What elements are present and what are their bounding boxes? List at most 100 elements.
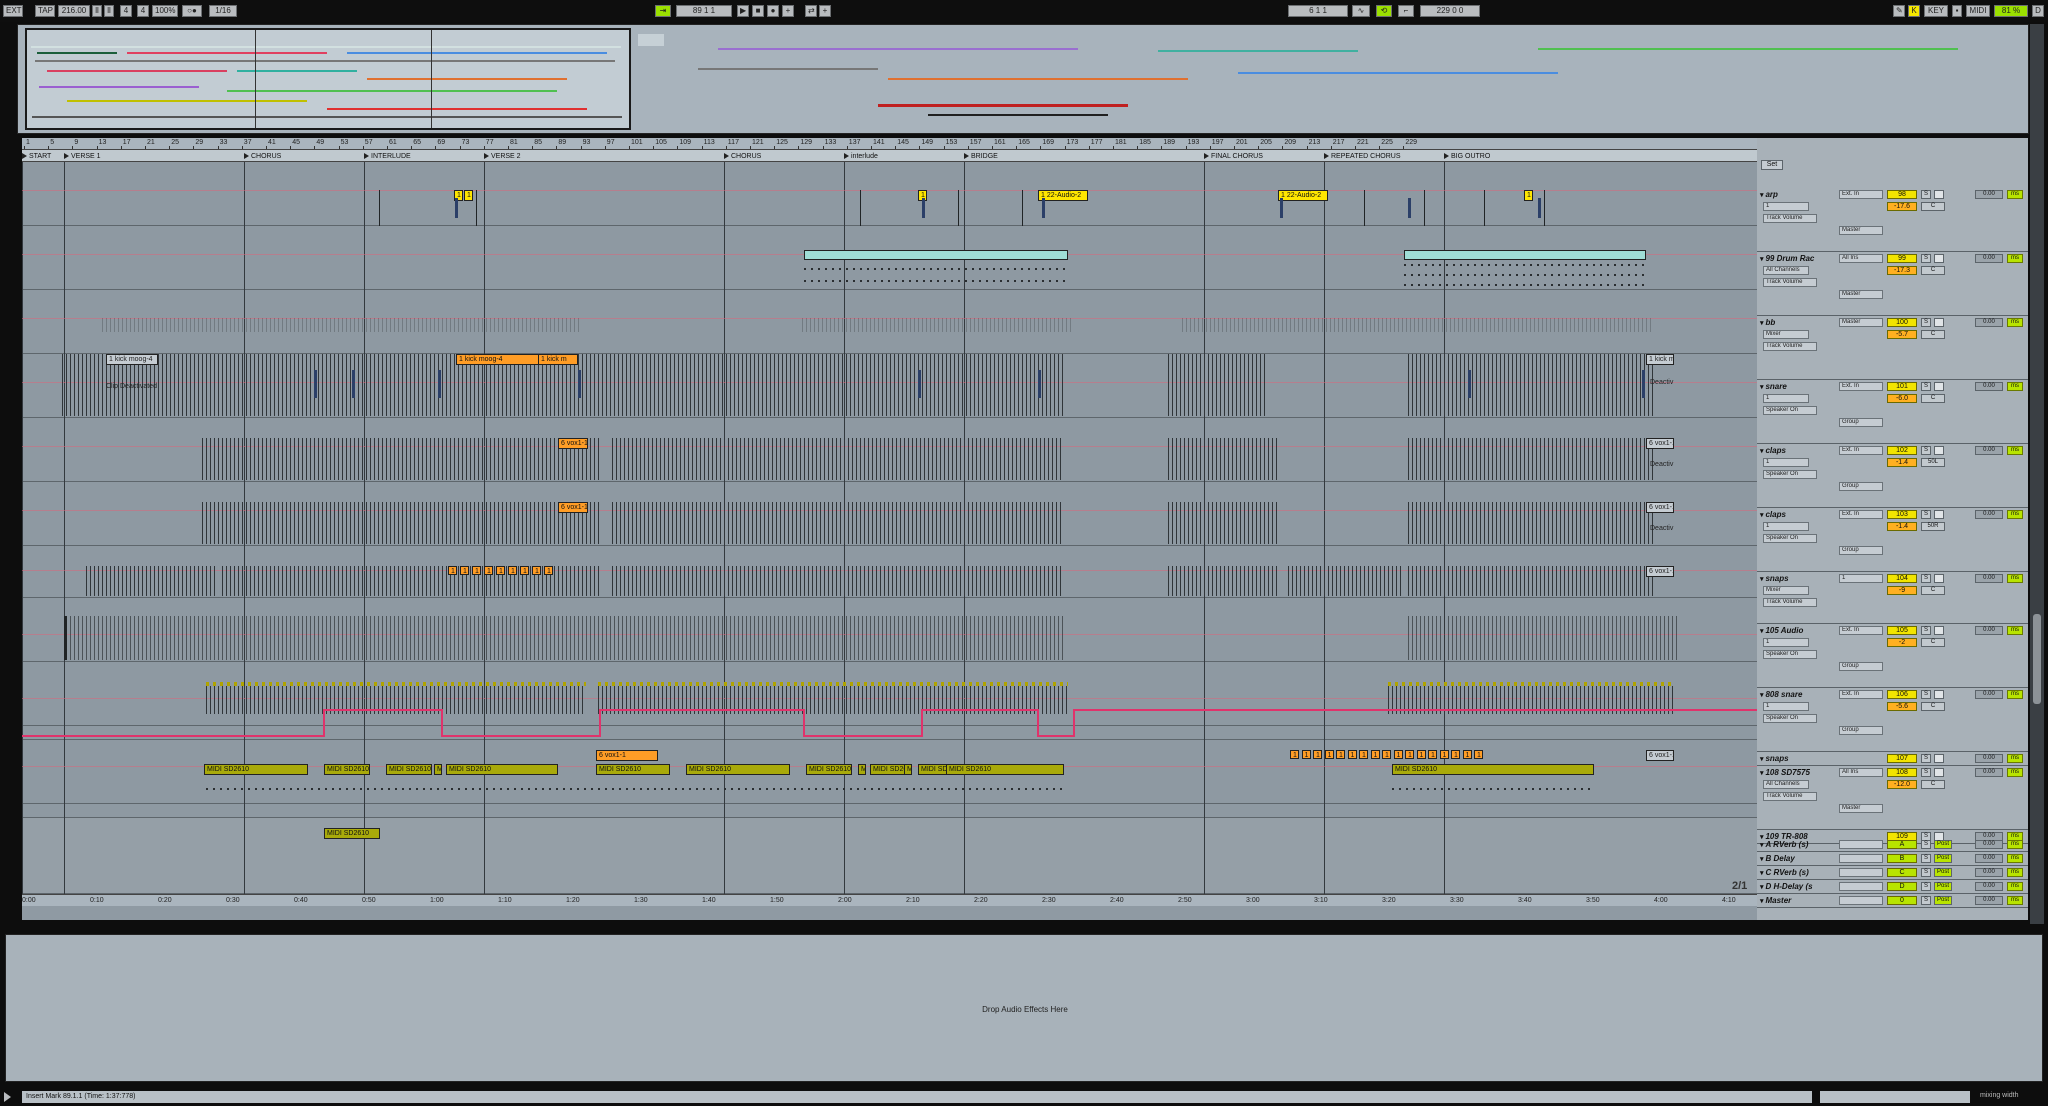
locator-chorus[interactable]: CHORUS: [724, 152, 761, 161]
ms-button[interactable]: ms: [2007, 254, 2023, 263]
volume-field[interactable]: -2: [1887, 638, 1917, 647]
ms-button[interactable]: ms: [2007, 896, 2023, 905]
ms-button[interactable]: ms: [2007, 840, 2023, 849]
locator-interlude[interactable]: INTERLUDE: [364, 152, 411, 161]
snaps-clips[interactable]: [1168, 566, 1278, 596]
midi-clip[interactable]: MIDI SD2610: [204, 764, 308, 775]
time-signature-numerator[interactable]: 4: [120, 5, 132, 17]
solo-button[interactable]: S: [1921, 446, 1931, 455]
midi-clip[interactable]: MIDI SD2610: [324, 828, 380, 839]
arm-button[interactable]: [1934, 574, 1944, 583]
snaps-clips[interactable]: [86, 566, 216, 596]
vertical-scrollbar[interactable]: [2030, 24, 2044, 924]
solo-button[interactable]: S: [1921, 190, 1931, 199]
input-type-menu[interactable]: All Ins: [1839, 254, 1883, 263]
pan-field[interactable]: C: [1921, 394, 1945, 403]
nudge-up-button[interactable]: ll: [104, 5, 114, 17]
post-button[interactable]: Post: [1934, 840, 1952, 849]
midi-clip[interactable]: MIDI SD2610: [596, 764, 670, 775]
locator-chorus[interactable]: CHORUS: [244, 152, 281, 161]
track-name[interactable]: 99 Drum Rac: [1760, 254, 1814, 263]
pan-field[interactable]: C: [1921, 586, 1945, 595]
snaps-clip[interactable]: 1: [532, 566, 541, 575]
snaps-clip[interactable]: 1: [1382, 750, 1391, 759]
input-channel-menu[interactable]: 1: [1763, 394, 1809, 403]
snaps-clip[interactable]: 1: [472, 566, 481, 575]
monitor-chooser[interactable]: Speaker On: [1763, 714, 1817, 723]
input-channel-menu[interactable]: 1: [1763, 458, 1809, 467]
volume-field[interactable]: -9: [1887, 586, 1917, 595]
monitor-chooser[interactable]: Speaker On: [1763, 470, 1817, 479]
ms-button[interactable]: ms: [2007, 690, 2023, 699]
ms-button[interactable]: ms: [2007, 318, 2023, 327]
input-type-menu[interactable]: Ext. In: [1839, 382, 1883, 391]
output-menu[interactable]: Master: [1839, 290, 1883, 299]
pan-field[interactable]: C: [1921, 638, 1945, 647]
pan-field[interactable]: 50R: [1921, 522, 1945, 531]
vox-clip[interactable]: 6 vox1-1: [558, 438, 588, 449]
snaps-clip[interactable]: 1: [1370, 750, 1380, 759]
solo-button[interactable]: S: [1921, 754, 1931, 763]
claps-clips[interactable]: [1168, 438, 1278, 480]
solo-button[interactable]: S: [1921, 254, 1931, 263]
vox-clip[interactable]: 6 vox1-1: [558, 502, 588, 513]
output-menu[interactable]: Group: [1839, 662, 1883, 671]
track-name[interactable]: bb: [1760, 318, 1775, 327]
stop-button[interactable]: ■: [752, 5, 764, 17]
midi-clip[interactable]: MIDI SD2610: [446, 764, 558, 775]
return-name[interactable]: C RVerb (s): [1760, 868, 1808, 877]
vox-clip[interactable]: 6 vox1-1: [1646, 566, 1674, 577]
arm-button[interactable]: [1934, 446, 1944, 455]
snaps-clip[interactable]: 1: [1290, 750, 1299, 759]
arp-clip[interactable]: 1: [1524, 190, 1533, 201]
monitor-chooser[interactable]: Track Volume: [1763, 214, 1817, 223]
ms-button[interactable]: ms: [2007, 190, 2023, 199]
snaps-clip[interactable]: 1: [484, 566, 493, 575]
tap-tempo-button[interactable]: TAP: [35, 5, 55, 17]
session-record-button[interactable]: +: [819, 5, 831, 17]
track-name[interactable]: claps: [1760, 446, 1785, 455]
arm-button[interactable]: [1934, 754, 1944, 763]
input-type-menu[interactable]: Ext. In: [1839, 626, 1883, 635]
locator-verse-1[interactable]: VERSE 1: [64, 152, 101, 161]
solo-button[interactable]: S: [1921, 840, 1931, 849]
monitor-chooser[interactable]: Speaker On: [1763, 534, 1817, 543]
overview-visible-region[interactable]: [25, 28, 631, 130]
monitor-chooser[interactable]: Track Volume: [1763, 598, 1817, 607]
audio-clips[interactable]: [1408, 616, 1678, 660]
arrangement-overview[interactable]: [17, 24, 2029, 134]
snaps-clip[interactable]: 1: [1439, 750, 1449, 759]
arm-button[interactable]: [1934, 318, 1944, 327]
locator-strip[interactable]: START VERSE 1 CHORUS INTERLUDE VERSE 2 CHORUS…: [22, 150, 1757, 162]
midi-clip[interactable]: MIDI SD2610: [686, 764, 790, 775]
input-channel-menu[interactable]: Mixer: [1763, 586, 1809, 595]
metronome-button[interactable]: ○●: [182, 5, 202, 17]
arp-clip[interactable]: 1: [464, 190, 473, 201]
quantize-menu[interactable]: 1/16: [209, 5, 237, 17]
locator-big-outro[interactable]: BIG OUTRO: [1444, 152, 1490, 161]
pan-field[interactable]: C: [1921, 330, 1945, 339]
midi-clip[interactable]: MIDI SD2610: [858, 764, 866, 775]
pan-field[interactable]: C: [1921, 202, 1945, 211]
vox-clip[interactable]: 6 vox1-1: [1646, 750, 1674, 761]
midi-clip[interactable]: MIDI SD2610: [946, 764, 1064, 775]
midi-clip[interactable]: MIDI SD2610: [386, 764, 432, 775]
vox-clip[interactable]: 6 vox1-1: [1646, 502, 1674, 513]
track-name[interactable]: snare: [1760, 382, 1786, 391]
monitor-chooser[interactable]: Speaker On: [1763, 406, 1817, 415]
volume-field[interactable]: -17.3: [1887, 266, 1917, 275]
kick-clip[interactable]: 1 kick m: [1646, 354, 1674, 365]
time-signature-denominator[interactable]: 4: [137, 5, 149, 17]
pan-field[interactable]: 50L: [1921, 458, 1945, 467]
beat-time-ruler[interactable]: 1 5 9 13 17 21 25 29 33 37 41 45 49 53 57 61 65 69 73 77 81 8…: [22, 138, 1757, 150]
vox-clip[interactable]: 6 vox1-1: [596, 750, 658, 761]
volume-field[interactable]: -6.0: [1887, 394, 1917, 403]
snaps-clip[interactable]: 1: [1313, 750, 1322, 759]
arm-button[interactable]: [1934, 768, 1944, 777]
ms-button[interactable]: ms: [2007, 382, 2023, 391]
ms-button[interactable]: ms: [2007, 510, 2023, 519]
monitor-chooser[interactable]: Track Volume: [1763, 792, 1817, 801]
computer-midi-icon[interactable]: ▪: [1952, 5, 1962, 17]
808-snare-clips[interactable]: [598, 686, 1068, 714]
claps-clips[interactable]: [202, 502, 602, 544]
